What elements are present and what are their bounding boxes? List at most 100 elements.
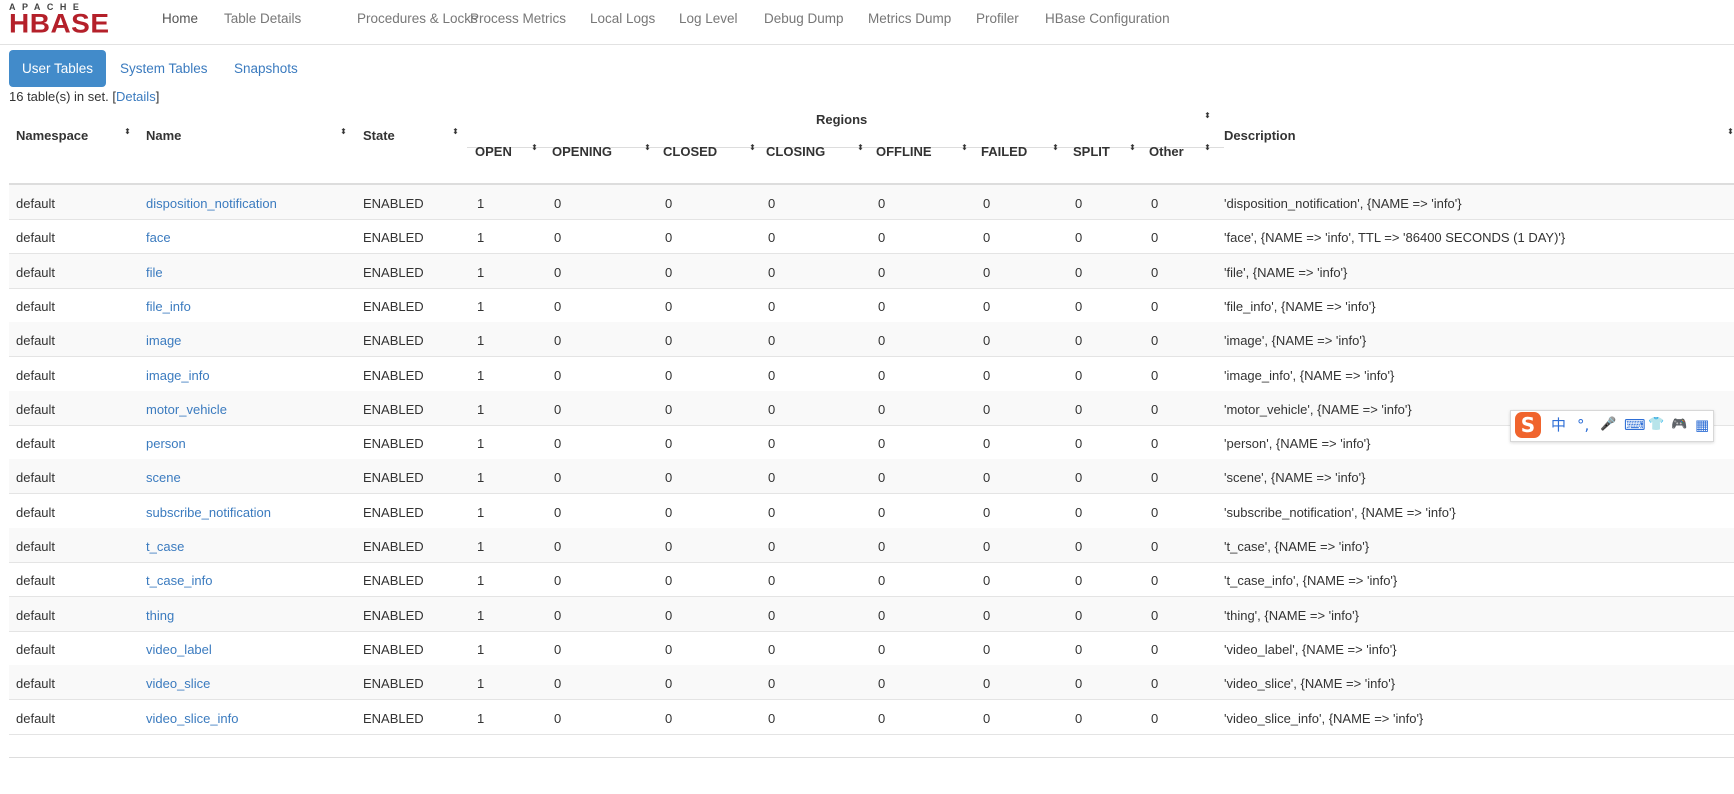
cell-table-name-link[interactable]: image: [146, 333, 181, 348]
sort-description-icon[interactable]: ⬍: [1727, 128, 1734, 136]
cell-closing: 0: [768, 641, 776, 657]
header-closed[interactable]: CLOSED: [663, 144, 717, 159]
ime-toolbar[interactable]: S 中 °, 🎤 ⌨ 👕 🎮 ▦: [1510, 410, 1714, 442]
cell-namespace: default: [16, 196, 56, 211]
cell-table-name-link[interactable]: scene: [146, 470, 181, 485]
header-name[interactable]: Name: [146, 128, 181, 143]
sort-other-icon[interactable]: ⬍: [1204, 144, 1211, 152]
nav-procedures-locks[interactable]: Procedures & Locks: [357, 11, 478, 26]
sort-split-icon[interactable]: ⬍: [1129, 144, 1136, 152]
cell-failed: 0: [983, 607, 991, 623]
skin-icon[interactable]: 👕: [1648, 416, 1664, 434]
keyboard-icon[interactable]: ⌨: [1624, 416, 1646, 434]
cell-state: ENABLED: [363, 573, 424, 589]
sort-closed-icon[interactable]: ⬍: [749, 144, 756, 152]
cell-description: 'person', {NAME => 'info'}: [1224, 436, 1371, 452]
sort-closing-icon[interactable]: ⬍: [857, 144, 864, 152]
punctuation-icon[interactable]: °,: [1577, 416, 1589, 434]
cell-split: 0: [1075, 710, 1083, 726]
game-icon[interactable]: 🎮: [1671, 416, 1687, 434]
hbase-logo[interactable]: APACHE HBASE: [9, 2, 135, 37]
table-row: default subscribe_notification ENABLED 1 0 0 0…: [9, 494, 1734, 529]
cell-table-name-link[interactable]: video_slice: [146, 676, 210, 691]
cell-closed: 0: [665, 367, 673, 383]
cell-table-name-link[interactable]: disposition_notification: [146, 196, 277, 211]
nav-log-level[interactable]: Log Level: [679, 11, 738, 26]
nav-metrics-dump[interactable]: Metrics Dump: [868, 11, 951, 26]
cell-closed: 0: [665, 573, 673, 589]
sort-offline-icon[interactable]: ⬍: [961, 144, 968, 152]
cell-table-name-link[interactable]: file_info: [146, 299, 191, 314]
cell-open: 1: [477, 573, 485, 589]
cell-open: 1: [477, 436, 485, 452]
sort-failed-icon[interactable]: ⬍: [1052, 144, 1059, 152]
header-offline[interactable]: OFFLINE: [876, 144, 932, 159]
cell-open: 1: [477, 710, 485, 726]
nav-hbase-configuration[interactable]: HBase Configuration: [1045, 11, 1170, 26]
cell-failed: 0: [983, 676, 991, 692]
cell-closing: 0: [768, 539, 776, 554]
cell-namespace: default: [16, 436, 56, 452]
sort-state-icon[interactable]: ⬍: [452, 128, 459, 136]
header-closing[interactable]: CLOSING: [766, 144, 825, 159]
nav-home[interactable]: Home: [162, 11, 198, 26]
cell-failed: 0: [983, 298, 991, 314]
header-split[interactable]: SPLIT: [1073, 144, 1110, 159]
cell-other: 0: [1151, 298, 1159, 314]
cell-table-name-link[interactable]: person: [146, 436, 186, 451]
header-state[interactable]: State: [363, 128, 395, 143]
top-navbar: APACHE HBASE Home Table Details Procedur…: [0, 0, 1734, 45]
header-other[interactable]: Other: [1149, 144, 1184, 159]
sort-name-icon[interactable]: ⬍: [340, 128, 347, 136]
toolbox-icon[interactable]: ▦: [1695, 416, 1709, 434]
nav-local-logs[interactable]: Local Logs: [590, 11, 655, 26]
sort-opening-icon[interactable]: ⬍: [644, 144, 651, 152]
tab-system-tables[interactable]: System Tables: [120, 50, 208, 87]
cell-split: 0: [1075, 470, 1083, 486]
microphone-icon[interactable]: 🎤: [1600, 416, 1616, 434]
sogou-logo-icon[interactable]: S: [1515, 412, 1541, 438]
cell-split: 0: [1075, 607, 1083, 623]
nav-process-metrics[interactable]: Process Metrics: [470, 11, 566, 26]
header-open[interactable]: OPEN: [475, 144, 512, 159]
header-description[interactable]: Description: [1224, 128, 1296, 143]
tab-user-tables[interactable]: User Tables: [9, 50, 107, 87]
cell-open: 1: [477, 470, 485, 486]
cell-table-name-link[interactable]: image_info: [146, 368, 210, 383]
cell-table-name-link[interactable]: t_case_info: [146, 573, 213, 588]
tab-snapshots[interactable]: Snapshots: [234, 50, 298, 87]
header-opening[interactable]: OPENING: [552, 144, 612, 159]
cell-state: ENABLED: [363, 333, 424, 349]
header-namespace[interactable]: Namespace: [16, 128, 88, 143]
header-failed[interactable]: FAILED: [981, 144, 1027, 159]
cell-opening: 0: [554, 401, 562, 417]
cell-description: 'video_label', {NAME => 'info'}: [1224, 641, 1397, 657]
cell-offline: 0: [878, 504, 886, 520]
cell-table-name-link[interactable]: thing: [146, 608, 174, 623]
nav-table-details[interactable]: Table Details: [224, 11, 301, 26]
cell-split: 0: [1075, 539, 1083, 554]
cell-closing: 0: [768, 401, 776, 417]
cell-table-name-link[interactable]: video_slice_info: [146, 711, 239, 726]
cell-namespace: default: [16, 367, 56, 383]
cell-table-name-link[interactable]: motor_vehicle: [146, 402, 227, 417]
cell-description: 'image_info', {NAME => 'info'}: [1224, 367, 1395, 383]
cell-description: 'disposition_notification', {NAME => 'in…: [1224, 196, 1462, 211]
cell-split: 0: [1075, 367, 1083, 383]
cell-table-name-link[interactable]: file: [146, 265, 163, 280]
nav-debug-dump[interactable]: Debug Dump: [764, 11, 844, 26]
cell-failed: 0: [983, 264, 991, 280]
sort-open-icon[interactable]: ⬍: [531, 144, 538, 152]
sort-namespace-icon[interactable]: ⬍: [124, 128, 131, 136]
cell-table-name-link[interactable]: subscribe_notification: [146, 505, 271, 520]
chinese-mode-icon[interactable]: 中: [1551, 416, 1566, 434]
sort-regions-icon[interactable]: ⬍: [1204, 112, 1211, 120]
nav-profiler[interactable]: Profiler: [976, 11, 1019, 26]
details-link[interactable]: Details: [116, 89, 156, 104]
cell-offline: 0: [878, 436, 886, 452]
cell-table-name-link[interactable]: face: [146, 230, 171, 245]
cell-namespace: default: [16, 333, 56, 349]
cell-closed: 0: [665, 504, 673, 520]
cell-table-name-link[interactable]: video_label: [146, 642, 212, 657]
cell-table-name-link[interactable]: t_case: [146, 539, 184, 554]
